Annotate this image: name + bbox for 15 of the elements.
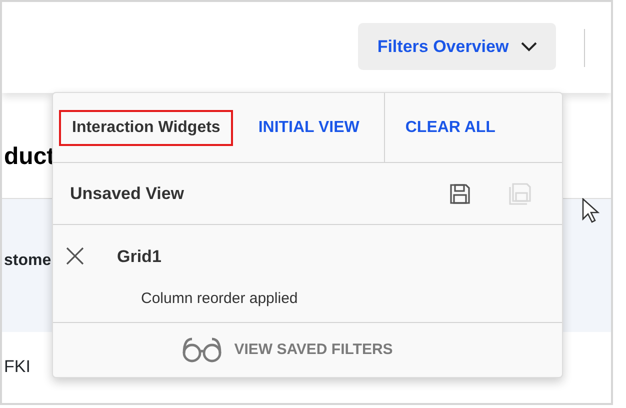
column-header: stome: [4, 250, 52, 270]
tab[interactable]: INITIAL VIEW: [248, 110, 370, 146]
chevron-down-icon: [520, 42, 537, 52]
cursor-icon: [582, 198, 600, 224]
view-name: Unsaved View: [70, 182, 186, 205]
widget-name: Grid1: [117, 246, 162, 268]
filters-overview-button[interactable]: Filters Overview: [358, 23, 556, 70]
page-title: duct: [4, 145, 55, 169]
view-saved-filters-button[interactable]: VIEW SAVED FILTERS: [176, 336, 399, 364]
save-icon[interactable]: [449, 182, 471, 204]
table-cell-text: FKI: [4, 356, 30, 378]
tab[interactable]: CLEAR ALL: [395, 110, 506, 146]
tab[interactable]: Interaction Widgets: [59, 110, 234, 146]
filter-description: Column reorder applied: [141, 289, 298, 309]
glasses-icon: [182, 337, 222, 363]
